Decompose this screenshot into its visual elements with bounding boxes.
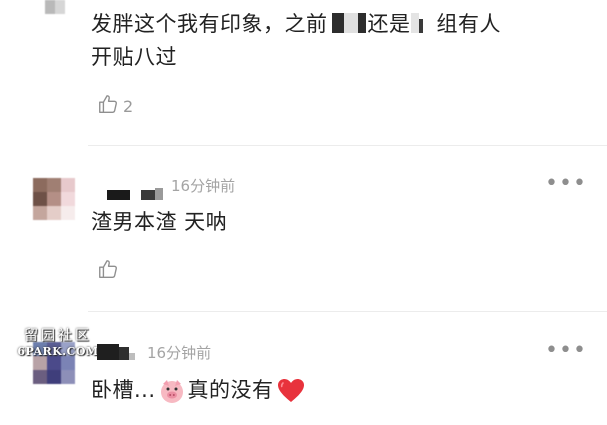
comment-3-text: 卧槽... 真的没有 — [91, 374, 305, 407]
avatar[interactable] — [33, 178, 75, 220]
redacted-block — [343, 13, 358, 33]
thumbs-up-icon — [97, 258, 119, 284]
watermark-top: 留园社区 — [24, 328, 92, 344]
like-button[interactable]: 2 — [97, 93, 133, 119]
like-count: 2 — [123, 96, 134, 116]
divider — [88, 145, 607, 146]
comment-text-part: 发胖这个我有印象，之前 — [91, 12, 328, 36]
comment-text-part: 还是 — [367, 12, 411, 36]
redacted-block — [418, 19, 423, 33]
red-heart-emoji — [277, 378, 305, 404]
comment-text-part: 卧槽... — [91, 378, 156, 402]
comment-text-part: 开贴八过 — [91, 45, 177, 69]
comment-time: 16分钟前 — [171, 177, 236, 195]
comment-2-text: 渣男本渣 天呐 — [91, 210, 228, 234]
watermark-bottom: 6PARK.COM — [17, 345, 99, 358]
like-button[interactable] — [97, 258, 119, 284]
redacted-block — [331, 13, 344, 33]
comment-text-part: 真的没有 — [187, 378, 274, 402]
comment-time: 16分钟前 — [147, 344, 212, 362]
watermark: 留园社区 6PARK.COM — [13, 325, 103, 358]
comment-1-text: 发胖这个我有印象，之前 还是 组有人 开贴八过 — [91, 8, 591, 74]
more-dots-icon[interactable]: ••• — [545, 340, 587, 362]
more-dots-icon[interactable]: ••• — [545, 173, 587, 195]
redacted-block — [410, 13, 419, 33]
comment-text-part: 组有人 — [436, 12, 501, 36]
pig-face-emoji — [159, 378, 185, 404]
thumbs-up-icon — [97, 93, 119, 119]
username-redacted[interactable] — [107, 186, 167, 200]
redacted-block — [357, 13, 366, 33]
username-redacted[interactable] — [97, 341, 137, 361]
divider — [88, 311, 607, 312]
avatar[interactable] — [45, 0, 65, 14]
